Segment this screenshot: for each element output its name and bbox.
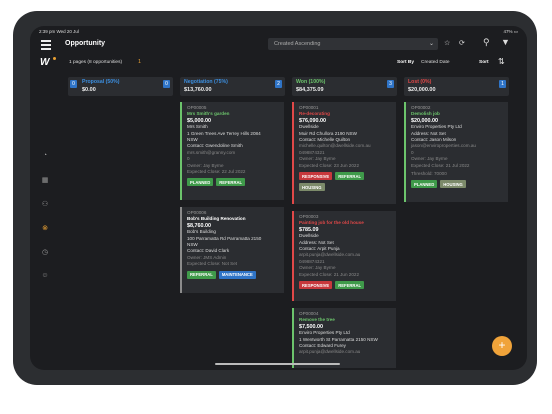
sub-bar: W 1 pages (8 opportunities) 1 Sort By Cr… (30, 56, 527, 72)
opportunity-card[interactable]: OP00006 Bob's Building Renovation $8,760… (180, 207, 284, 293)
sort-select[interactable]: Created Ascending ⌄ (268, 38, 438, 50)
card-line: Expected Close: 21 Jun 2022 (299, 271, 360, 277)
tag-badge: RESPONSIVE (299, 281, 333, 290)
chevron-down-icon: ⌄ (428, 41, 434, 47)
tag-badge: RESPONSIVE (299, 172, 333, 181)
column-amount: $13,760.00 (184, 87, 212, 93)
home-indicator[interactable] (215, 363, 340, 365)
column-count: 0 (163, 80, 170, 88)
card-line: Expected Close: 22 Jul 2022 (187, 169, 246, 175)
column-amount: $84,375.09 (296, 87, 324, 93)
card-line: Expected Close: Not Set (187, 261, 238, 267)
clock-icon[interactable]: ◷ (39, 248, 51, 272)
tag-badge: REFERRAL (335, 172, 365, 181)
app-logo: W (40, 57, 56, 68)
tag-badge: HOUSING (440, 180, 466, 189)
card-line: arpit.punja@dwellside.com.au (299, 349, 361, 355)
calendar-icon[interactable]: ▦ (39, 176, 51, 200)
column-header-proposal[interactable]: 0 Proposal (50%) $0.00 0 (68, 77, 173, 96)
sort-label: Sort (479, 60, 489, 65)
card-line: Expected Close: 23 Jun 2022 (299, 162, 360, 168)
tag-badge: REFERRAL (216, 178, 246, 187)
column-name: Proposal (50%) (82, 79, 120, 85)
sort-select-value: Created Ascending (274, 41, 321, 47)
column-name: Lost (0%) (408, 79, 432, 85)
sort-field-select[interactable]: Created Date (421, 60, 450, 65)
tag-badge: MAINTENANCE (218, 270, 256, 279)
opportunity-card[interactable]: OP00005 Mrs Smith's garden $5,000.00 Mrs… (180, 102, 284, 200)
card-line: Threshold: 70000 (411, 171, 447, 177)
page-title: Opportunity (65, 40, 106, 47)
tag-badge: HOUSING (299, 183, 325, 192)
status-right: 47% ▭ (503, 29, 518, 34)
column-count: 1 (499, 80, 506, 88)
card-line: Expected Close: 21 Jul 2022 (411, 162, 470, 168)
opportunity-card[interactable]: OP00003 Painting job for the old house $… (292, 211, 396, 301)
page-count-badge[interactable]: 1 (138, 59, 141, 65)
column-name: Negotiation (75%) (184, 79, 228, 85)
pagination-summary: 1 pages (8 opportunities) (69, 60, 123, 65)
column-name: Won (100%) (296, 79, 326, 85)
tag-badge: PLANNED (411, 180, 438, 189)
contacts-icon[interactable]: ⚇ (39, 200, 51, 224)
column-count: 3 (387, 80, 394, 88)
menu-icon[interactable] (41, 40, 51, 50)
app-screen: 2:39 pm Wed 20 Jul 47% ▭ Opportunity Cre… (30, 26, 527, 370)
tag-badge: REFERRAL (187, 270, 216, 279)
column-header-won[interactable]: Won (100%) $84,375.09 3 (292, 77, 397, 96)
status-time: 2:39 pm Wed 20 Jul (39, 29, 79, 34)
refresh-icon[interactable]: ⟳ (459, 39, 465, 47)
side-nav: ◔ ▦ ⚇ ⊗ ◷ ☺ (39, 152, 51, 296)
tag-badge: REFERRAL (335, 281, 365, 290)
sort-by-label: Sort By (397, 60, 415, 65)
dashboard-icon[interactable]: ◔ (39, 152, 51, 176)
opportunity-icon[interactable]: ⊗ (39, 224, 51, 248)
search-icon[interactable]: ⚲ (483, 37, 490, 48)
filter-icon[interactable]: ▼ (501, 37, 510, 47)
user-icon[interactable]: ☺ (39, 272, 51, 296)
tag-badge: PLANNED (187, 178, 214, 187)
opportunity-card[interactable]: OP00001 Re-decorating $76,090.00 Dwellsi… (292, 102, 396, 204)
column-header-lost[interactable]: Lost (0%) $20,000.00 1 (404, 77, 509, 96)
opportunity-card[interactable]: OP00002 Demolish job $20,000.00 Enviro P… (404, 102, 508, 202)
column-amount: $20,000.00 (408, 87, 436, 93)
column-count-left: 0 (70, 80, 77, 88)
add-opportunity-button[interactable]: + (492, 336, 512, 356)
star-icon[interactable]: ☆ (444, 39, 450, 47)
sort-direction-icon[interactable]: ⇅ (498, 57, 505, 66)
column-count: 2 (275, 80, 282, 88)
opportunity-card[interactable]: OP00004 Remove the tree $7,500.00 Enviro… (292, 308, 396, 368)
column-amount: $0.00 (82, 87, 96, 93)
column-header-negotiation[interactable]: Negotiation (75%) $13,760.00 2 (180, 77, 285, 96)
